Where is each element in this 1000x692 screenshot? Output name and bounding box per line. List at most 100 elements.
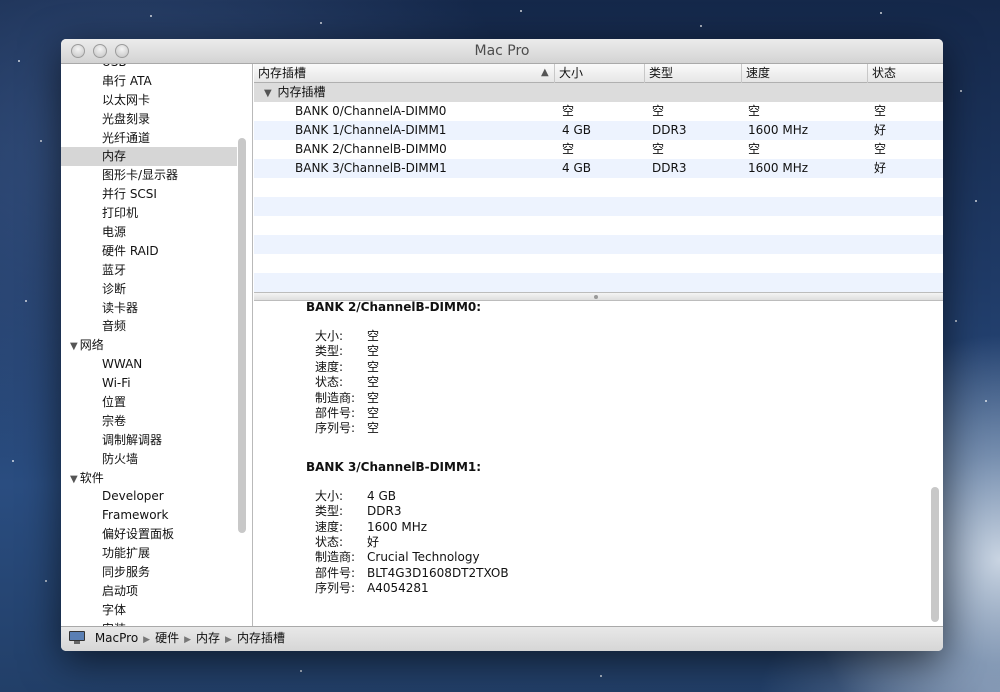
sidebar-item-label: 诊断 (102, 281, 127, 296)
sidebar-item-label: 同步服务 (102, 565, 151, 580)
sidebar-item[interactable]: 偏好设置面板 (61, 525, 237, 544)
sidebar-item[interactable]: 同步服务 (61, 563, 237, 582)
column-header-slot[interactable]: 内存插槽 (254, 64, 555, 83)
column-header-status[interactable]: 状态 (868, 64, 943, 83)
detail-field-label: 大小: (315, 329, 344, 343)
detail-field: 序列号: A4054281 (306, 581, 509, 596)
detail-field-label: 类型: (315, 344, 344, 359)
sidebar-item-label: 图形卡/显示器 (102, 168, 179, 183)
sort-ascending-icon: ▲ (541, 67, 549, 78)
sidebar-item[interactable]: 打印机 (61, 204, 237, 223)
sidebar-list: USB 串行 ATA 以太网卡光盘刻录光纤通道内存图形卡/显示器并行 SCSI 打印机… (61, 64, 237, 626)
detail-field-value: BLT4G3D1608DT2TXOB (367, 565, 509, 580)
table-row[interactable]: BANK 3/ChannelB-DIMM1 4 GB DDR3 1600 MHz 好 (254, 159, 943, 178)
group-label: 内存插槽 (277, 85, 326, 99)
detail-field-value: 空 (367, 359, 380, 374)
detail-scrollbar[interactable] (931, 487, 939, 622)
disclosure-triangle-icon[interactable]: ▼ (70, 474, 78, 485)
sidebar-item[interactable]: 字体 (61, 601, 237, 620)
table-row-empty (254, 197, 943, 216)
path-crumb[interactable]: 内存 (196, 631, 220, 645)
table-row-empty (254, 216, 943, 235)
sidebar-item-label: 内存 (102, 149, 127, 164)
sidebar-category[interactable]: ▼ 网络 (61, 336, 237, 355)
sidebar-item[interactable]: 并行 SCSI (61, 185, 237, 204)
sidebar-item[interactable]: 串行 ATA (61, 72, 237, 91)
table-row[interactable]: BANK 0/ChannelA-DIMM0 空 空 空 空 (254, 102, 943, 121)
sidebar-item[interactable]: 读卡器 (61, 299, 237, 318)
path-crumb[interactable]: 内存插槽 (237, 631, 285, 645)
sidebar-item[interactable]: 光盘刻录 (61, 110, 237, 129)
path-separator-icon: ▶ (225, 635, 232, 645)
table-row[interactable]: BANK 2/ChannelB-DIMM0 空 空 空 空 (254, 140, 943, 159)
sidebar-item[interactable]: 诊断 (61, 280, 237, 299)
detail-field: 速度: 1600 MHz (306, 520, 509, 535)
detail-field-value: A4054281 (367, 581, 429, 596)
sidebar-item-label: 光纤通道 (102, 130, 151, 145)
detail-field-label: 类型: (315, 504, 344, 519)
title-bar[interactable]: Mac Pro (61, 39, 943, 64)
table-row-empty (254, 235, 943, 254)
column-header-type[interactable]: 类型 (645, 64, 742, 83)
sidebar-item-label: Wi-Fi (102, 376, 131, 391)
sidebar-item[interactable]: USB (61, 64, 237, 72)
detail-content: BANK 2/ChannelB-DIMM0: 大小: 空类型: 空速度: 空状态: 空制造… (306, 301, 509, 596)
sidebar-item[interactable]: 功能扩展 (61, 544, 237, 563)
path-crumb[interactable]: MacPro (95, 631, 138, 645)
sidebar-scrollbar[interactable] (238, 138, 246, 533)
disclosure-triangle-icon[interactable]: ▼ (264, 88, 272, 99)
sidebar-item-label: 串行 ATA (102, 73, 152, 88)
table-cell: BANK 2/ChannelB-DIMM0 (295, 142, 447, 156)
column-header-speed[interactable]: 速度 (742, 64, 868, 83)
detail-field: 状态: 好 (306, 535, 509, 550)
table-cell: 空 (562, 104, 575, 118)
sidebar-item[interactable]: 电源 (61, 223, 237, 242)
memory-table: 内存插槽 ▲ 大小 类型 速度 状态 ▼ 内存插槽 BANK 0/Channel… (254, 64, 943, 292)
sidebar-item[interactable]: 防火墙 (61, 450, 237, 469)
detail-field-label: 部件号: (315, 405, 356, 420)
sidebar-category[interactable]: ▼ 软件 (61, 469, 237, 488)
sidebar-item[interactable]: 以太网卡 (61, 91, 237, 110)
sidebar-item[interactable]: 硬件 RAID (61, 242, 237, 261)
column-header-size[interactable]: 大小 (555, 64, 645, 83)
sidebar-item-label: 电源 (102, 225, 127, 240)
group-row-memory-slots[interactable]: ▼ 内存插槽 (254, 83, 943, 102)
detail-field: 大小: 空 (306, 329, 509, 344)
split-view-divider[interactable] (254, 292, 943, 301)
table-cell: BANK 1/ChannelA-DIMM1 (295, 123, 447, 137)
sidebar-item[interactable]: 内存 (61, 147, 237, 167)
path-crumb[interactable]: 硬件 (155, 631, 179, 645)
sidebar-item-label: Developer (102, 489, 164, 504)
sidebar-item-label: 软件 (79, 470, 104, 485)
detail-field: 类型: DDR3 (306, 504, 509, 519)
sidebar-item[interactable]: 启动项 (61, 582, 237, 601)
sidebar-item-label: 宗卷 (102, 413, 127, 428)
detail-field: 部件号: 空 (306, 406, 509, 421)
path-bar: MacPro ▶ 硬件 ▶ 内存 ▶ 内存插槽 (61, 626, 943, 651)
detail-field-value: 空 (367, 375, 380, 390)
sidebar-item[interactable]: 调制解调器 (61, 431, 237, 450)
sidebar-item[interactable]: 光纤通道 (61, 129, 237, 148)
table-row[interactable]: BANK 1/ChannelA-DIMM1 4 GB DDR3 1600 MHz 好 (254, 121, 943, 140)
table-cell: 4 GB (562, 161, 591, 175)
sidebar-item[interactable]: 宗卷 (61, 412, 237, 431)
sidebar-item[interactable]: 图形卡/显示器 (61, 166, 237, 185)
sidebar-item[interactable]: 位置 (61, 393, 237, 412)
detail-field-value: 空 (367, 344, 380, 359)
detail-field: 制造商: 空 (306, 391, 509, 406)
sidebar-item[interactable]: Developer (61, 487, 237, 506)
sidebar-item[interactable]: Wi-Fi (61, 374, 237, 393)
sidebar-item[interactable]: Framework (61, 506, 237, 525)
sidebar-item[interactable]: WWAN (61, 355, 237, 374)
table-cell: DDR3 (652, 161, 687, 175)
sidebar-item-label: 字体 (102, 602, 127, 617)
table-cell: 空 (652, 142, 665, 156)
detail-field: 部件号: BLT4G3D1608DT2TXOB (306, 566, 509, 581)
detail-field-value: 好 (367, 534, 380, 549)
disclosure-triangle-icon[interactable]: ▼ (70, 341, 78, 352)
table-cell: 4 GB (562, 123, 591, 137)
content-pane: 内存插槽 ▲ 大小 类型 速度 状态 ▼ 内存插槽 BANK 0/Channel… (254, 64, 943, 626)
sidebar-item[interactable]: 音频 (61, 317, 237, 336)
table-cell: 1600 MHz (748, 123, 809, 137)
sidebar-item[interactable]: 蓝牙 (61, 261, 237, 280)
